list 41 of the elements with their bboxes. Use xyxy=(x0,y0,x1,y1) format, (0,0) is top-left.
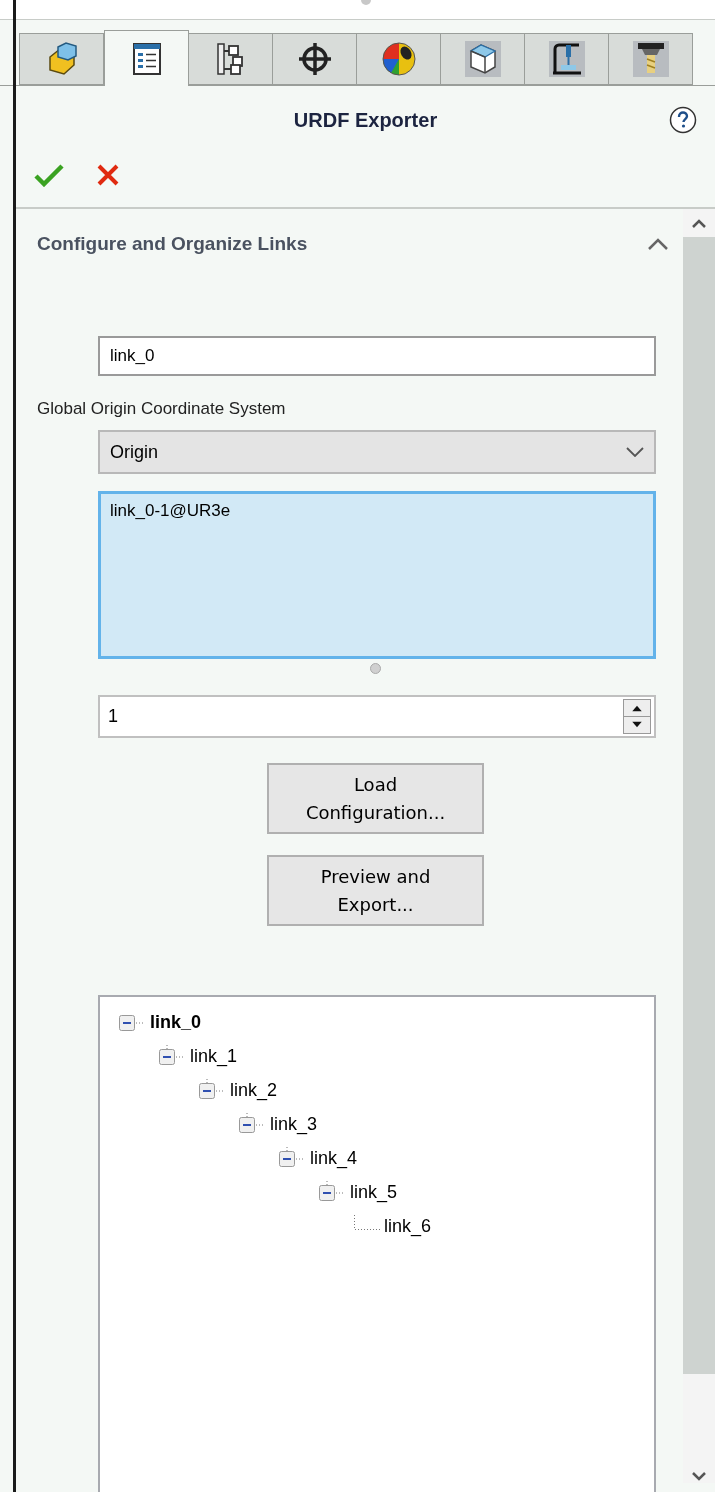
tab[interactable] xyxy=(524,33,609,85)
tree-item[interactable]: link_6 xyxy=(384,1212,432,1240)
tab[interactable] xyxy=(188,33,273,85)
origin-dropdown[interactable]: Origin xyxy=(98,430,656,474)
cube-icon xyxy=(464,41,501,77)
tree-item[interactable]: link_4 xyxy=(310,1144,358,1172)
scroll-down-button[interactable] xyxy=(692,1472,706,1481)
tree-item[interactable]: link_0 xyxy=(150,1008,202,1036)
link-tree[interactable]: link_0 link_1 link_2 link_3 link_4 link_5 link_6 xyxy=(98,995,656,1492)
list-item[interactable]: link_0-1@UR3e xyxy=(110,498,644,524)
chevron-up-icon xyxy=(692,218,706,228)
panel-title: URDF Exporter xyxy=(293,108,438,133)
close-icon[interactable] xyxy=(96,162,120,187)
component-list[interactable]: link_0-1@UR3e xyxy=(98,491,656,659)
tree-item[interactable]: link_5 xyxy=(350,1178,398,1206)
check-icon[interactable] xyxy=(34,162,64,187)
color-ball-icon xyxy=(380,41,417,77)
drill-icon xyxy=(632,41,669,77)
scrollbar-thumb[interactable] xyxy=(683,237,715,1374)
tree-item[interactable]: link_1 xyxy=(190,1042,238,1070)
collapse-icon[interactable] xyxy=(647,237,669,251)
crosshair-icon xyxy=(296,41,333,77)
spin-buttons[interactable] xyxy=(623,699,651,734)
press-icon xyxy=(548,41,585,77)
resize-handle[interactable] xyxy=(370,663,381,674)
tree-item[interactable]: link_3 xyxy=(270,1110,318,1138)
field-label: Global Origin Coordinate System xyxy=(37,399,286,418)
link-name-field[interactable]: link_0 xyxy=(98,336,656,376)
section-title: Configure and Organize Links xyxy=(37,231,308,256)
scroll-up-button[interactable] xyxy=(683,209,715,237)
chevron-down-icon xyxy=(626,447,644,457)
tab[interactable] xyxy=(272,33,357,85)
grip-handle[interactable] xyxy=(360,0,371,5)
action-button[interactable]: Preview and Export... xyxy=(267,855,484,926)
tab[interactable] xyxy=(608,33,693,85)
tab[interactable] xyxy=(104,30,189,86)
number-field[interactable]: 1 xyxy=(98,695,656,738)
tree-item[interactable]: link_2 xyxy=(230,1076,278,1104)
action-button[interactable]: Load Configuration... xyxy=(267,763,484,834)
help-icon[interactable] xyxy=(669,106,697,134)
tab[interactable] xyxy=(356,33,441,85)
